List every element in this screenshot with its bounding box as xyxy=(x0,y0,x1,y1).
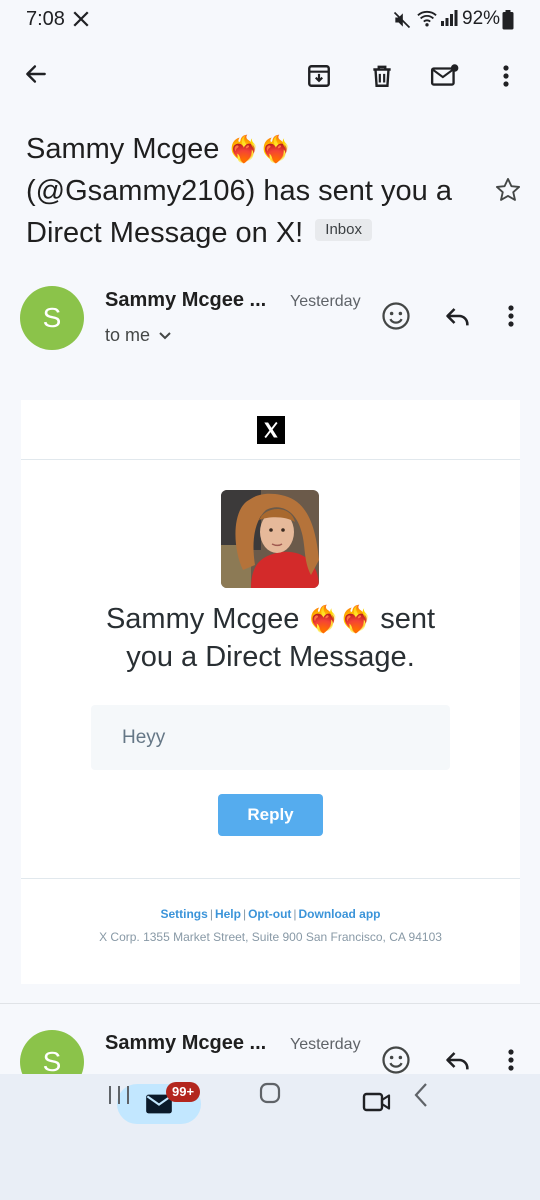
mark-unread-button[interactable] xyxy=(425,56,465,96)
home-button[interactable] xyxy=(258,1081,282,1105)
divider xyxy=(21,878,520,879)
thread-divider xyxy=(0,1003,540,1004)
dm-headline: Sammy Mcgee ❤️‍🔥❤️‍🔥 sent you a Direct M… xyxy=(61,600,480,676)
email-subject: Sammy Mcgee ❤️‍🔥❤️‍🔥 (@Gsammy2106) has s… xyxy=(26,128,486,254)
battery-percent: 92% xyxy=(462,8,501,29)
subject-line-2: (@Gsammy2106) has sent you a xyxy=(26,175,452,207)
sender-name[interactable]: Sammy Mcgee ... xyxy=(105,1032,266,1055)
headline-emoji: ❤️‍🔥❤️‍🔥 xyxy=(307,604,373,634)
message-preview: Heyy xyxy=(91,705,450,770)
archive-button[interactable] xyxy=(299,56,339,96)
status-time: 7:08 xyxy=(26,8,65,30)
headline-line-2: you a Direct Message. xyxy=(126,641,415,673)
star-button[interactable] xyxy=(488,172,528,208)
more-vert-icon xyxy=(503,65,509,87)
unread-count-badge: 99+ xyxy=(166,1082,201,1102)
subject-emoji: ❤️‍🔥❤️‍🔥 xyxy=(227,134,293,164)
battery-icon xyxy=(502,10,514,30)
x-logo-icon xyxy=(257,416,285,444)
status-bar: 7:08 92% xyxy=(0,0,540,40)
smiley-icon xyxy=(382,302,410,330)
wifi-icon xyxy=(416,8,438,28)
recipient-details-toggle[interactable]: to me xyxy=(105,325,172,346)
subject-name: Sammy Mcgee xyxy=(26,133,220,165)
more-vert-icon xyxy=(508,305,514,327)
signal-icon xyxy=(440,9,458,27)
subject-line-3: Direct Message on X! xyxy=(26,217,304,249)
sender-profile-photo[interactable] xyxy=(221,490,319,588)
arrow-left-icon xyxy=(26,65,46,83)
delete-button[interactable] xyxy=(362,56,402,96)
reply-button[interactable] xyxy=(438,296,478,336)
recipient-label: to me xyxy=(105,325,151,345)
reply-icon xyxy=(446,308,469,326)
star-icon xyxy=(495,177,521,201)
x-logo-icon xyxy=(72,10,90,28)
sender-name[interactable]: Sammy Mcgee ... xyxy=(105,289,266,312)
download-app-link[interactable]: Download app xyxy=(299,907,381,921)
footer-address: X Corp. 1355 Market Street, Suite 900 Sa… xyxy=(99,930,442,944)
chevron-left-icon xyxy=(414,1083,427,1107)
help-link[interactable]: Help xyxy=(215,907,241,921)
message-more-button[interactable] xyxy=(493,296,529,336)
settings-link[interactable]: Settings xyxy=(160,907,207,921)
archive-icon xyxy=(308,65,330,87)
more-options-button[interactable] xyxy=(486,56,526,96)
system-back-button[interactable] xyxy=(412,1082,430,1108)
reply-cta-button[interactable]: Reply xyxy=(218,794,323,836)
mail-unread-icon xyxy=(430,64,459,86)
home-icon xyxy=(259,1082,281,1104)
more-vert-icon xyxy=(508,1049,514,1071)
chevron-down-icon xyxy=(159,331,171,339)
inbox-label[interactable]: Inbox xyxy=(315,219,372,242)
headline-sent: sent xyxy=(380,603,436,635)
add-reaction-button[interactable] xyxy=(376,296,416,336)
opt-out-link[interactable]: Opt-out xyxy=(248,907,291,921)
headline-sender: Sammy Mcgee xyxy=(105,603,300,635)
recents-icon xyxy=(109,1086,129,1104)
reply-icon xyxy=(446,1052,469,1070)
recent-apps-button[interactable] xyxy=(107,1084,131,1106)
email-body: Sammy Mcgee ❤️‍🔥❤️‍🔥 sent you a Direct M… xyxy=(21,400,520,984)
sender-avatar[interactable]: S xyxy=(20,286,84,350)
message-date: Yesterday xyxy=(290,293,361,310)
nav-meet-tab[interactable] xyxy=(362,1090,392,1114)
message-date: Yesterday xyxy=(290,1036,361,1053)
mute-icon xyxy=(392,10,412,30)
video-camera-icon xyxy=(362,1092,391,1112)
footer-links: Settings | Help | Opt-out | Download app xyxy=(160,907,381,921)
back-button[interactable] xyxy=(16,54,56,94)
divider xyxy=(21,459,520,460)
trash-icon xyxy=(373,65,391,87)
smiley-icon xyxy=(382,1046,410,1074)
